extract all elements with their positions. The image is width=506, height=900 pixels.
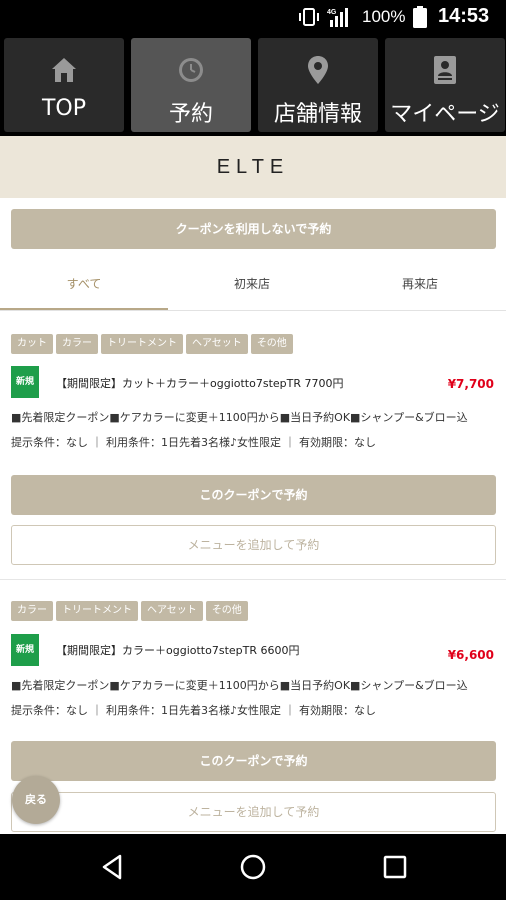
coupon-tag: トリートメント bbox=[101, 334, 183, 354]
filter-tab-first-visit[interactable]: 初来店 bbox=[168, 264, 336, 310]
coupon-title: 【期間限定】カット＋カラー＋oggiotto7stepTR 7700円 bbox=[56, 377, 344, 390]
coupon-tag: トリートメント bbox=[56, 601, 138, 621]
add-menu-reserve-button[interactable]: メニューを追加して予約 bbox=[11, 525, 496, 565]
filter-tabs: すべて 初来店 再来店 bbox=[0, 264, 506, 310]
new-customer-badge: 新規 bbox=[11, 366, 39, 398]
battery-icon bbox=[413, 6, 427, 28]
coupon-description: ■先着限定クーポン■ケアカラーに変更＋1100円から■当日予約OK■シャンプー&… bbox=[11, 411, 468, 424]
nav-tab-shop-info[interactable]: 店舗情報 bbox=[258, 38, 378, 132]
coupon-tag: ヘアセット bbox=[186, 334, 248, 354]
coupon-tag: カラー bbox=[56, 334, 98, 354]
nav-tab-label: 店舗情報 bbox=[273, 102, 362, 127]
reserve-with-coupon-button[interactable]: このクーポンで予約 bbox=[11, 741, 496, 781]
coupon-tag: カラー bbox=[11, 601, 53, 621]
coupon-tags: カット カラー トリートメント ヘアセット その他 bbox=[11, 331, 296, 354]
back-triangle-icon[interactable] bbox=[98, 852, 128, 882]
coupon-tag: その他 bbox=[205, 601, 248, 621]
reserve-with-coupon-button[interactable]: このクーポンで予約 bbox=[11, 475, 496, 515]
network-type-label: 4G bbox=[327, 9, 337, 16]
coupon-description: ■先着限定クーポン■ケアカラーに変更＋1100円から■当日予約OK■シャンプー&… bbox=[11, 679, 468, 692]
coupon-title: 【期間限定】カラー＋oggiotto7stepTR 6600円 bbox=[56, 644, 300, 657]
nav-tab-label: マイページ bbox=[390, 102, 500, 127]
coupon-conditions: 提示条件：なし ｜ 利用条件：1日先着3名様♪女性限定 ｜ 有効期限：なし bbox=[11, 436, 377, 449]
battery-percent: 100% bbox=[362, 7, 406, 26]
add-menu-reserve-button[interactable]: メニューを追加して予約 bbox=[11, 792, 496, 832]
back-button[interactable]: 戻る bbox=[12, 776, 60, 824]
reserve-without-coupon-button[interactable]: クーポンを利用しないで予約 bbox=[11, 209, 496, 249]
clock-icon bbox=[179, 58, 203, 82]
home-icon bbox=[52, 58, 76, 82]
android-nav-bar bbox=[0, 834, 506, 900]
filter-tab-return-visit[interactable]: 再来店 bbox=[336, 264, 504, 310]
nav-tab-reserve[interactable]: 予約 bbox=[131, 38, 251, 132]
coupon-tags: カラー トリートメント ヘアセット その他 bbox=[11, 598, 251, 621]
clock-time: 14:53 bbox=[438, 5, 490, 27]
coupon-tag: その他 bbox=[250, 334, 293, 354]
divider bbox=[0, 579, 506, 580]
filter-tab-all[interactable]: すべて bbox=[0, 264, 168, 310]
shop-name: ELTE bbox=[0, 136, 506, 198]
new-customer-badge: 新規 bbox=[11, 634, 39, 666]
nav-tab-label: TOP bbox=[41, 96, 87, 121]
coupon-conditions: 提示条件：なし ｜ 利用条件：1日先着3名様♪女性限定 ｜ 有効期限：なし bbox=[11, 704, 377, 717]
main-nav: TOP 予約 店舗情報 マイページ bbox=[0, 34, 506, 136]
coupon-tag: カット bbox=[11, 334, 53, 354]
vibrate-icon bbox=[299, 8, 319, 26]
coupon-tag: ヘアセット bbox=[141, 601, 203, 621]
user-card-icon bbox=[434, 56, 456, 84]
signal-icon: 4G bbox=[327, 8, 348, 27]
map-pin-icon bbox=[308, 56, 328, 84]
coupon-price: ¥6,600 bbox=[447, 648, 494, 662]
nav-tab-top[interactable]: TOP bbox=[4, 38, 124, 132]
recents-square-icon[interactable] bbox=[380, 852, 410, 882]
nav-tab-mypage[interactable]: マイページ bbox=[385, 38, 505, 132]
status-bar: 4G 100% 14:53 bbox=[0, 0, 506, 34]
divider bbox=[0, 310, 506, 311]
home-circle-icon[interactable] bbox=[238, 852, 268, 882]
main-content: ELTE クーポンを利用しないで予約 すべて 初来店 再来店 カット カラー トリー… bbox=[0, 136, 506, 834]
nav-tab-label: 予約 bbox=[168, 102, 213, 127]
coupon-price: ¥7,700 bbox=[447, 377, 494, 391]
